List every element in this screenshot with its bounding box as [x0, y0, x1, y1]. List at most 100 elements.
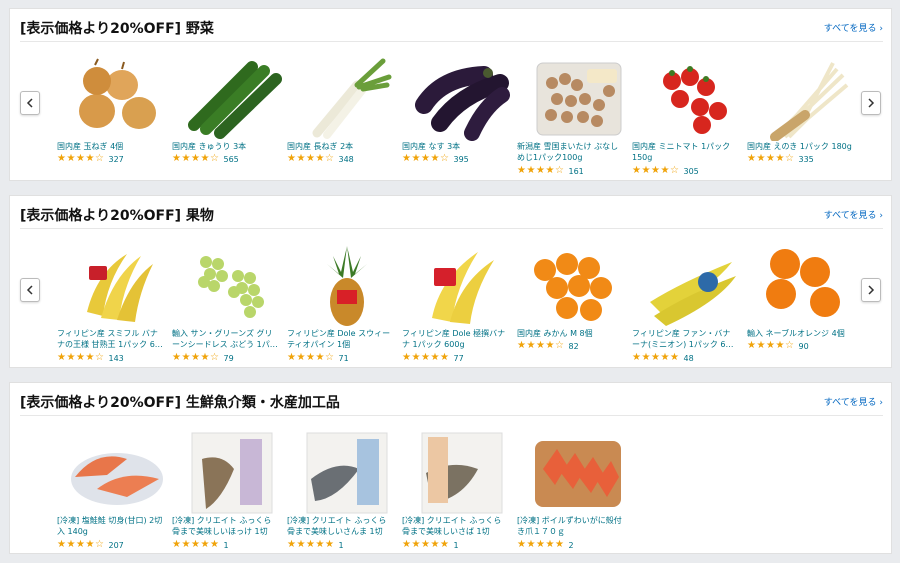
review-count[interactable]: 48 — [684, 354, 694, 363]
section-header: [表示価格より20%OFF] 果物 すべてを見る › — [20, 202, 883, 229]
product-rating[interactable]: ★ ★ ★ ★ ☆ 327 — [57, 153, 167, 165]
leek-image[interactable] — [297, 55, 397, 141]
product-name[interactable]: 新潟産 雪国まいたけ ぶなしめじ1パック100g — [517, 141, 623, 163]
review-count[interactable]: 327 — [109, 155, 124, 164]
review-count[interactable]: 143 — [109, 354, 124, 363]
product-name[interactable]: 国内産 玉ねぎ 4個 — [57, 141, 163, 152]
product-rating[interactable]: ★ ★ ★ ★ ☆ 161 — [517, 165, 627, 177]
review-count[interactable]: 348 — [339, 155, 354, 164]
product-name[interactable]: [冷凍] クリエイト ふっくら骨まで美味しいほっけ 1切 — [172, 515, 278, 537]
review-count[interactable]: 305 — [684, 167, 699, 176]
star-rating: ★ ★ ★ ★ ☆ — [287, 153, 334, 164]
section-title: [表示価格より20%OFF] 野菜 — [20, 21, 214, 37]
product-rating[interactable]: ★ ★ ★ ★ ☆ 82 — [517, 340, 627, 352]
product-rating[interactable]: ★ ★ ★ ★ ☆ 335 — [747, 153, 857, 165]
product-name[interactable]: 国内産 ミニトマト 1パック 150g — [632, 141, 738, 163]
see-all-link[interactable]: すべてを見る › — [824, 208, 883, 221]
product-name[interactable]: [冷凍] クリエイト ふっくら骨まで美味しいさば 1切 — [402, 515, 508, 537]
eggplant-image[interactable] — [412, 55, 512, 141]
product-name[interactable]: フィリピン産 スミフル バナナの王様 甘熟王 1パック 6… — [57, 328, 163, 350]
product-rating[interactable]: ★ ★ ★ ★ ☆ 90 — [747, 340, 857, 352]
review-count[interactable]: 82 — [569, 342, 579, 351]
review-count[interactable]: 395 — [454, 155, 469, 164]
product-rating[interactable]: ★ ★ ★ ★ ★ 77 — [402, 352, 512, 364]
minion-banana-image[interactable] — [642, 242, 742, 328]
product-rating[interactable]: ★ ★ ★ ★ ☆ 143 — [57, 352, 167, 364]
star-rating: ★ ★ ★ ★ ★ — [402, 352, 449, 363]
banana-pack-image[interactable] — [412, 242, 512, 328]
star-rating: ★ ★ ★ ★ ★ — [632, 352, 679, 363]
review-count[interactable]: 207 — [109, 541, 124, 550]
product-name[interactable]: 国内産 長ねぎ 2本 — [287, 141, 393, 152]
product-name[interactable]: [冷凍] ボイルずわいがに殻付き爪１７０ｇ — [517, 515, 623, 537]
orange-image[interactable] — [757, 242, 857, 328]
review-count[interactable]: 161 — [569, 167, 584, 176]
star-rating: ★ ★ ★ ★ ☆ — [57, 539, 104, 550]
product-name[interactable]: [冷凍] クリエイト ふっくら骨まで美味しいさんま 1切 — [287, 515, 393, 537]
star-rating: ★ ★ ★ ★ ★ — [402, 539, 449, 550]
product-name[interactable]: 国内産 みかん M 8個 — [517, 328, 623, 339]
review-count[interactable]: 71 — [339, 354, 349, 363]
saba-pack-image[interactable] — [412, 429, 512, 515]
shimeji-image[interactable] — [527, 55, 627, 141]
product-name[interactable]: 国内産 えのき 1パック 180g — [747, 141, 853, 152]
cherry-tomato-image[interactable] — [642, 55, 742, 141]
banana-image[interactable] — [67, 242, 167, 328]
product-name[interactable]: 輸入 ネーブルオレンジ 4個 — [747, 328, 853, 339]
sanma-pack-image[interactable] — [297, 429, 397, 515]
salmon-image[interactable] — [67, 429, 167, 515]
product-rating[interactable]: ★ ★ ★ ★ ☆ 207 — [57, 539, 167, 551]
enoki-image[interactable] — [757, 55, 857, 141]
product-rating[interactable]: ★ ★ ★ ★ ☆ 79 — [172, 352, 282, 364]
review-count[interactable]: 335 — [799, 155, 814, 164]
product-name[interactable]: フィリピン産 Dole スウィーティオパイン 1個 — [287, 328, 393, 350]
product-rating[interactable]: ★ ★ ★ ★ ☆ 348 — [287, 153, 397, 165]
product-rating[interactable]: ★ ★ ★ ★ ☆ 71 — [287, 352, 397, 364]
star-rating: ★ ★ ★ ★ ☆ — [172, 352, 219, 363]
review-count[interactable]: 1 — [339, 541, 344, 550]
star-rating: ★ ★ ★ ★ ☆ — [57, 352, 104, 363]
product-name[interactable]: フィリピン産 Dole 極撰バナナ 1パック 600g — [402, 328, 508, 350]
onion-image[interactable] — [67, 55, 167, 141]
star-rating: ★ ★ ★ ★ ★ — [172, 539, 219, 550]
star-rating: ★ ★ ★ ★ ☆ — [747, 153, 794, 164]
section-title: [表示価格より20%OFF] 生鮮魚介類・水産加工品 — [20, 395, 340, 411]
product-rating[interactable]: ★ ★ ★ ★ ★ 1 — [287, 539, 397, 551]
review-count[interactable]: 77 — [454, 354, 464, 363]
review-count[interactable]: 2 — [569, 541, 574, 550]
chevron-left-icon — [26, 98, 33, 108]
product-name[interactable]: 国内産 きゅうり 3本 — [172, 141, 278, 152]
star-rating: ★ ★ ★ ★ ☆ — [747, 340, 794, 351]
mikan-image[interactable] — [527, 242, 627, 328]
hokke-pack-image[interactable] — [182, 429, 282, 515]
cucumber-image[interactable] — [182, 55, 282, 141]
review-count[interactable]: 79 — [224, 354, 234, 363]
product-name[interactable]: [冷凍] 塩鮭鮭 切身(甘口) 2切入 140g — [57, 515, 163, 537]
product-rating[interactable]: ★ ★ ★ ★ ☆ 305 — [632, 165, 742, 177]
review-count[interactable]: 1 — [224, 541, 229, 550]
product-rating[interactable]: ★ ★ ★ ★ ★ 1 — [172, 539, 282, 551]
star-rating: ★ ★ ★ ★ ★ — [517, 539, 564, 550]
product-rating[interactable]: ★ ★ ★ ★ ★ 2 — [517, 539, 627, 551]
review-count[interactable]: 565 — [224, 155, 239, 164]
product-rating[interactable]: ★ ★ ★ ★ ★ 1 — [402, 539, 512, 551]
star-rating: ★ ★ ★ ★ ☆ — [402, 153, 449, 164]
review-count[interactable]: 90 — [799, 342, 809, 351]
chevron-left-icon — [26, 285, 33, 295]
carousel-prev-button[interactable] — [20, 91, 40, 115]
product-name[interactable]: 輸入 サン・グリーンズ グリーンシードレス ぶどう 1パ… — [172, 328, 278, 350]
section-seafood: [表示価格より20%OFF] 生鮮魚介類・水産加工品 すべてを見る › [冷凍]… — [9, 382, 892, 554]
carousel-prev-button[interactable] — [20, 278, 40, 302]
grape-image[interactable] — [182, 242, 282, 328]
crab-image[interactable] — [527, 429, 627, 515]
see-all-link[interactable]: すべてを見る › — [824, 21, 883, 34]
review-count[interactable]: 1 — [454, 541, 459, 550]
product-rating[interactable]: ★ ★ ★ ★ ★ 48 — [632, 352, 742, 364]
product-rating[interactable]: ★ ★ ★ ★ ☆ 395 — [402, 153, 512, 165]
product-rating[interactable]: ★ ★ ★ ★ ☆ 565 — [172, 153, 282, 165]
pineapple-image[interactable] — [297, 242, 397, 328]
product-name[interactable]: フィリピン産 ファン・バナーナ(ミニオン) 1パック 6… — [632, 328, 738, 350]
see-all-link[interactable]: すべてを見る › — [824, 395, 883, 408]
section-title: [表示価格より20%OFF] 果物 — [20, 208, 214, 224]
product-name[interactable]: 国内産 なす 3本 — [402, 141, 508, 152]
